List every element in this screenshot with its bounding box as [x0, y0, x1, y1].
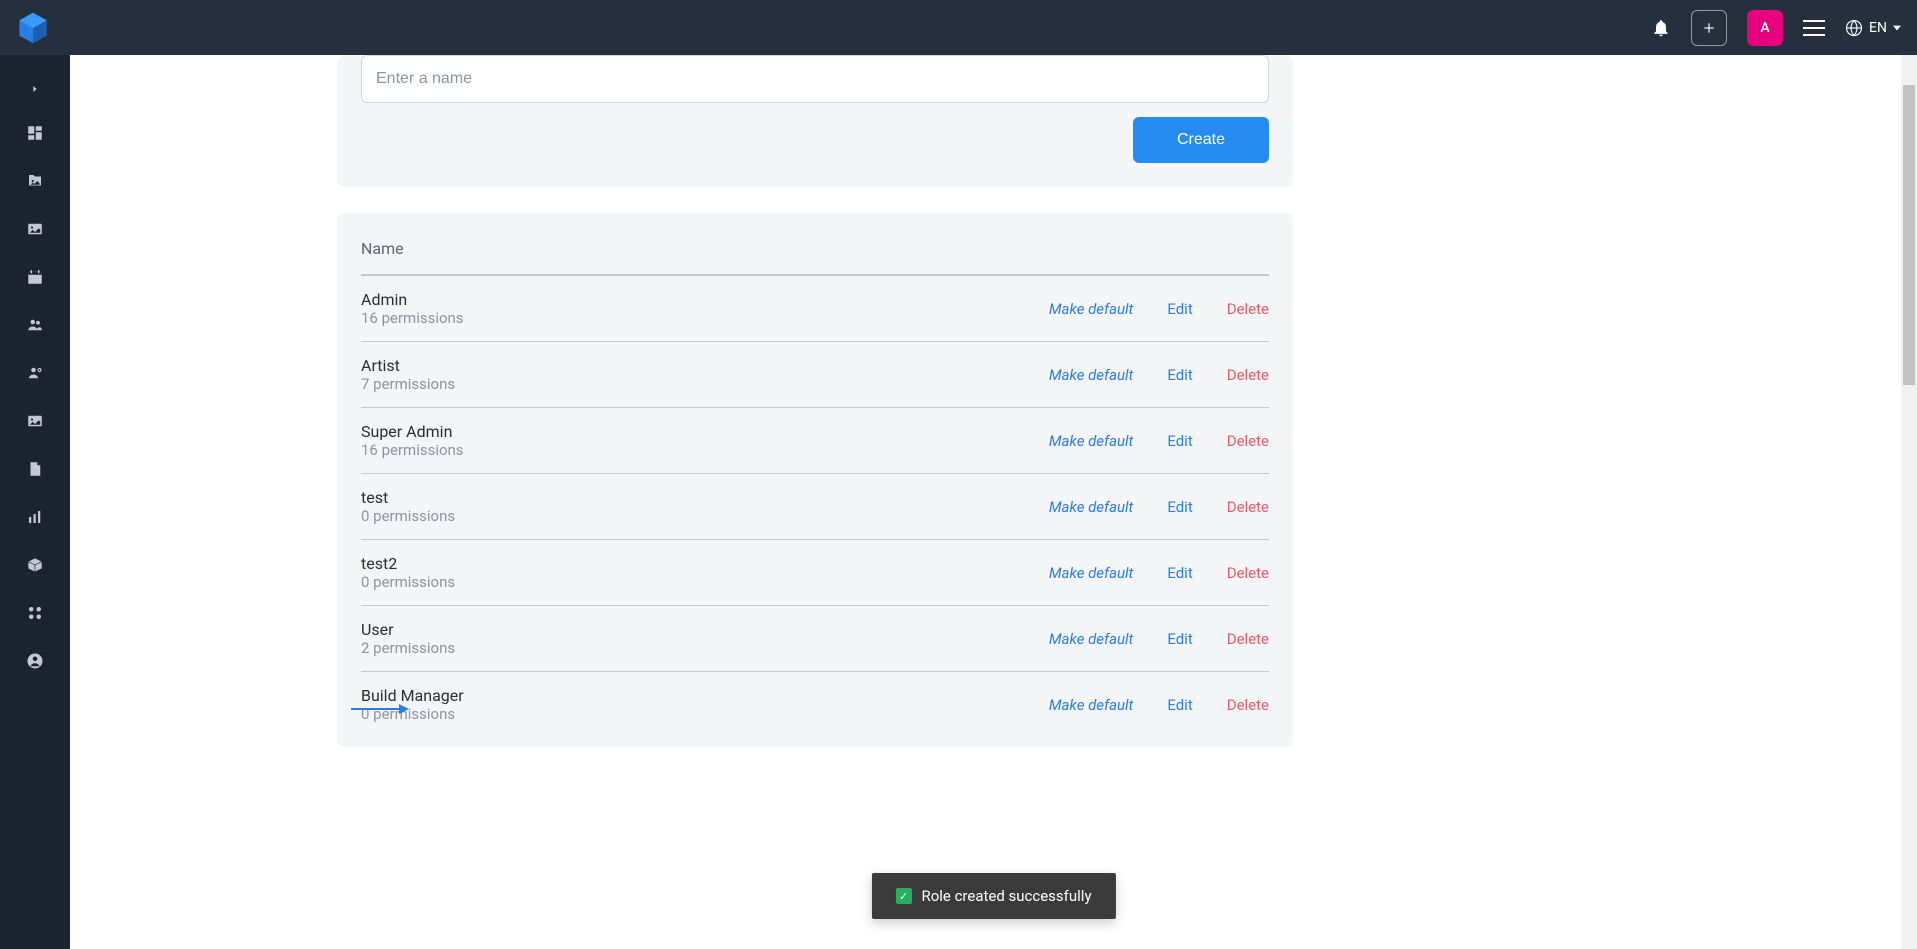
edit-link[interactable]: Edit: [1167, 696, 1192, 714]
sidebar-item-media[interactable]: [0, 157, 70, 205]
sidebar-item-package[interactable]: [0, 541, 70, 589]
make-default-link[interactable]: Make default: [1049, 696, 1133, 714]
role-permissions: 0 permissions: [361, 573, 1049, 591]
role-permissions: 0 permissions: [361, 705, 1049, 723]
create-button[interactable]: Create: [1133, 117, 1269, 163]
role-permissions: 16 permissions: [361, 441, 1049, 459]
delete-link[interactable]: Delete: [1227, 630, 1269, 648]
delete-link[interactable]: Delete: [1227, 498, 1269, 516]
avatar-letter: A: [1760, 20, 1769, 36]
sidebar-item-document[interactable]: [0, 445, 70, 493]
role-name: Artist: [361, 356, 1049, 375]
topbar: A EN: [0, 0, 1917, 55]
role-name: test: [361, 488, 1049, 507]
make-default-link[interactable]: Make default: [1049, 300, 1133, 318]
role-row: test20 permissionsMake default Edit Delete: [361, 540, 1269, 606]
app-logo[interactable]: [16, 11, 50, 45]
delete-link[interactable]: Delete: [1227, 432, 1269, 450]
role-row: Super Admin16 permissionsMake default Edi…: [361, 408, 1269, 474]
menu-icon[interactable]: [1803, 20, 1825, 36]
role-row: Admin16 permissionsMake default Edit Delet…: [361, 276, 1269, 342]
add-button[interactable]: [1691, 10, 1727, 46]
role-name: test2: [361, 554, 1049, 573]
role-row: test0 permissionsMake default Edit Delete: [361, 474, 1269, 540]
list-header-name: Name: [361, 233, 1269, 276]
sidebar-item-photo[interactable]: [0, 397, 70, 445]
role-name: Admin: [361, 290, 1049, 309]
delete-link[interactable]: Delete: [1227, 300, 1269, 318]
role-row: User2 permissionsMake default Edit Delete: [361, 606, 1269, 672]
sidebar-expand[interactable]: [0, 69, 70, 109]
sidebar-item-user-manage[interactable]: [0, 349, 70, 397]
role-name: Build Manager: [361, 686, 1049, 705]
edit-link[interactable]: Edit: [1167, 300, 1192, 318]
sidebar-item-analytics[interactable]: [0, 493, 70, 541]
role-permissions: 16 permissions: [361, 309, 1049, 327]
photo-icon: [26, 412, 44, 430]
annotation-arrow: [351, 702, 409, 716]
chevron-down-icon: [1893, 24, 1901, 32]
topbar-right: A EN: [1651, 10, 1901, 46]
delete-link[interactable]: Delete: [1227, 366, 1269, 384]
edit-link[interactable]: Edit: [1167, 366, 1192, 384]
toast-notification: ✓ Role created successfully: [871, 873, 1115, 919]
role-permissions: 7 permissions: [361, 375, 1049, 393]
role-name: User: [361, 620, 1049, 639]
notifications-icon[interactable]: [1651, 18, 1671, 38]
scrollbar-thumb[interactable]: [1903, 85, 1915, 385]
role-name: Super Admin: [361, 422, 1049, 441]
make-default-link[interactable]: Make default: [1049, 630, 1133, 648]
sidebar-item-image[interactable]: [0, 205, 70, 253]
role-permissions: 0 permissions: [361, 507, 1049, 525]
scrollbar[interactable]: [1901, 55, 1917, 949]
users-icon: [26, 316, 44, 334]
role-row: Build Manager0 permissionsMake default Ed…: [361, 672, 1269, 737]
role-name-input[interactable]: [361, 55, 1269, 103]
box-icon: [27, 557, 43, 573]
sidebar-item-account[interactable]: [0, 637, 70, 685]
account-circle-icon: [26, 652, 44, 670]
sidebar-item-apps[interactable]: [0, 589, 70, 637]
sidebar: [0, 55, 70, 949]
document-icon: [26, 460, 44, 478]
roles-list-card: Name Admin16 permissionsMake defaultEdit…: [337, 213, 1293, 747]
grid-dots-icon: [26, 604, 44, 622]
role-permissions: 2 permissions: [361, 639, 1049, 657]
language-selector[interactable]: EN: [1845, 19, 1901, 37]
check-icon: ✓: [895, 888, 911, 904]
edit-link[interactable]: Edit: [1167, 630, 1192, 648]
edit-link[interactable]: Edit: [1167, 498, 1192, 516]
chart-icon: [26, 508, 44, 526]
main-content: Create Name Admin16 permissionsMake defa…: [70, 55, 1917, 949]
make-default-link[interactable]: Make default: [1049, 564, 1133, 582]
make-default-link[interactable]: Make default: [1049, 366, 1133, 384]
calendar-icon: [26, 268, 44, 286]
sidebar-item-calendar[interactable]: [0, 253, 70, 301]
globe-icon: [1845, 19, 1863, 37]
folder-image-icon: [26, 172, 44, 190]
dashboard-icon: [26, 124, 44, 142]
delete-link[interactable]: Delete: [1227, 696, 1269, 714]
make-default-link[interactable]: Make default: [1049, 498, 1133, 516]
role-row: Artist7 permissionsMake default Edit Delet…: [361, 342, 1269, 408]
language-label: EN: [1869, 20, 1887, 36]
edit-link[interactable]: Edit: [1167, 432, 1192, 450]
delete-link[interactable]: Delete: [1227, 564, 1269, 582]
make-default-link[interactable]: Make default: [1049, 432, 1133, 450]
image-icon: [26, 220, 44, 238]
toast-message: Role created successfully: [921, 887, 1091, 905]
create-role-card: Create: [337, 55, 1293, 187]
user-gear-icon: [26, 364, 44, 382]
edit-link[interactable]: Edit: [1167, 564, 1192, 582]
sidebar-item-dashboard[interactable]: [0, 109, 70, 157]
avatar[interactable]: A: [1747, 10, 1783, 46]
sidebar-item-users[interactable]: [0, 301, 70, 349]
